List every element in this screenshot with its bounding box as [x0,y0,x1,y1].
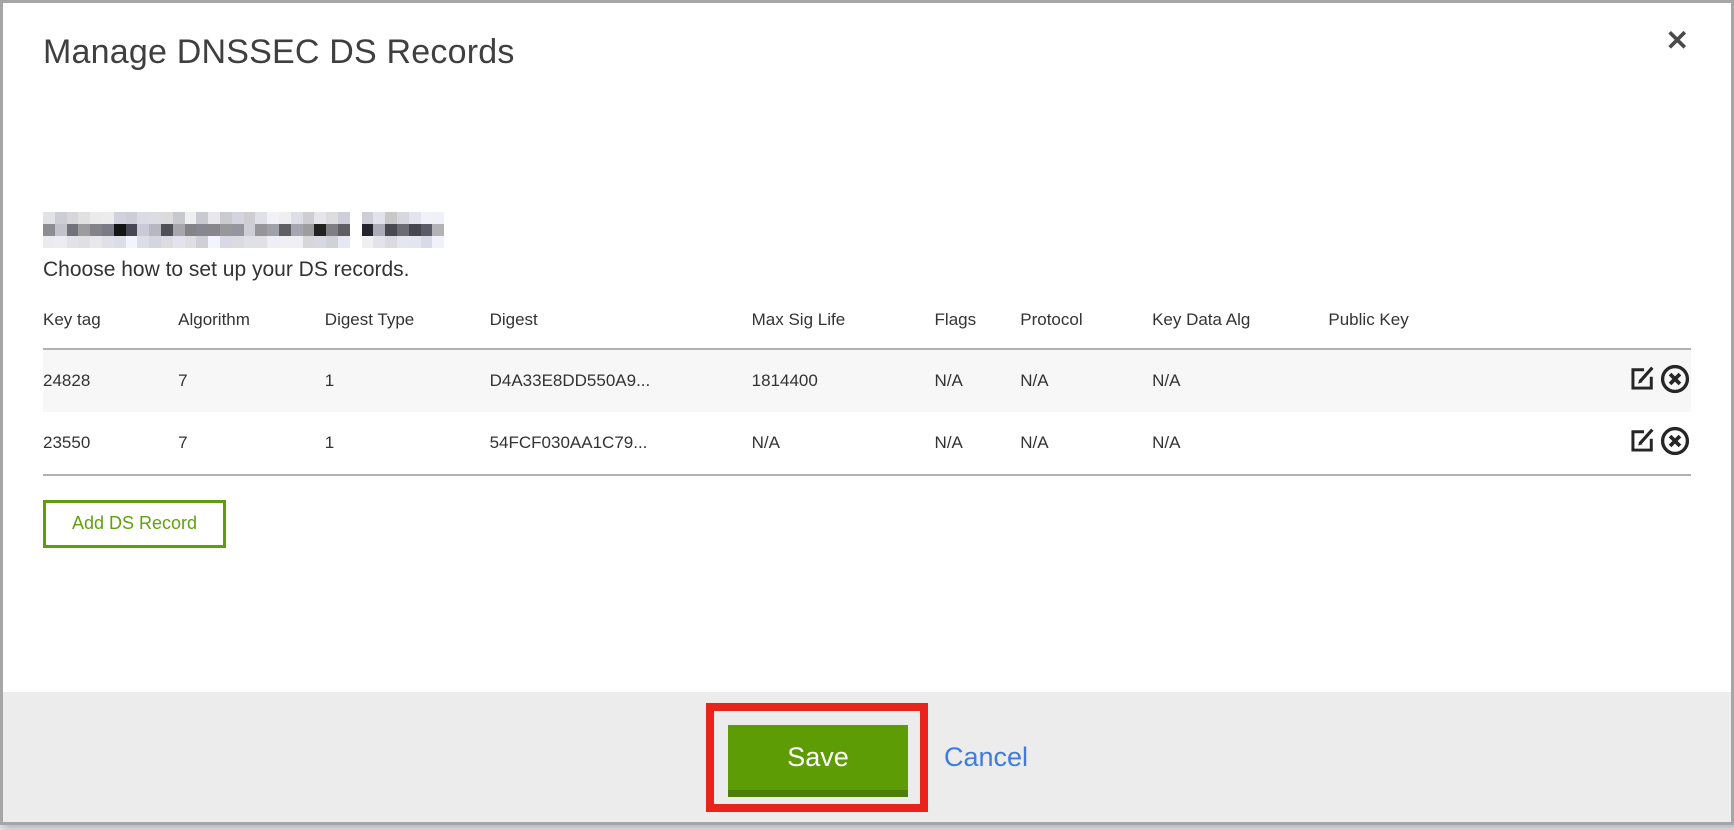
cell-digest-type: 1 [325,412,490,475]
cell-max-sig-life: N/A [752,412,935,475]
col-header-max-sig-life: Max Sig Life [752,298,935,349]
col-header-key-data-alg: Key Data Alg [1152,298,1328,349]
dialog-footer: Save Cancel [3,692,1731,822]
col-header-digest: Digest [490,298,752,349]
page-title: Manage DNSSEC DS Records [43,3,1691,72]
cell-key-data-alg: N/A [1152,412,1328,475]
cell-protocol: N/A [1020,349,1152,412]
annotation-highlight: Save [706,703,928,812]
cell-protocol: N/A [1020,412,1152,475]
dnssec-dialog: Manage DNSSEC DS Records ✕ Choose how to… [0,0,1734,825]
cell-key-tag: 23550 [43,412,178,475]
col-header-key-tag: Key tag [43,298,178,349]
delete-record-icon[interactable] [1659,425,1691,457]
col-header-actions [1543,298,1691,349]
edit-record-icon[interactable] [1627,425,1658,456]
delete-record-icon[interactable] [1659,363,1691,395]
domain-redacted [43,212,445,248]
col-header-protocol: Protocol [1020,298,1152,349]
instruction-text: Choose how to set up your DS records. [43,258,1691,282]
col-header-flags: Flags [935,298,1021,349]
cell-algorithm: 7 [178,349,325,412]
cell-algorithm: 7 [178,412,325,475]
cell-digest: 54FCF030AA1C79... [490,412,752,475]
cell-digest: D4A33E8DD550A9... [490,349,752,412]
cell-max-sig-life: 1814400 [752,349,935,412]
ds-records-table: Key tag Algorithm Digest Type Digest Max… [43,298,1691,476]
cell-digest-type: 1 [325,349,490,412]
cell-flags: N/A [935,412,1021,475]
table-row: 24828 7 1 D4A33E8DD550A9... 1814400 N/A … [43,349,1691,412]
save-button[interactable]: Save [728,725,908,797]
cancel-link[interactable]: Cancel [944,742,1028,773]
col-header-public-key: Public Key [1328,298,1542,349]
table-header-row: Key tag Algorithm Digest Type Digest Max… [43,298,1691,349]
cell-public-key [1328,412,1542,475]
table-row: 23550 7 1 54FCF030AA1C79... N/A N/A N/A … [43,412,1691,475]
cell-public-key [1328,349,1542,412]
col-header-digest-type: Digest Type [325,298,490,349]
add-ds-record-button[interactable]: Add DS Record [43,500,226,548]
close-icon[interactable]: ✕ [1666,27,1689,55]
col-header-algorithm: Algorithm [178,298,325,349]
cell-flags: N/A [935,349,1021,412]
edit-record-icon[interactable] [1627,363,1658,394]
cell-key-data-alg: N/A [1152,349,1328,412]
cell-key-tag: 24828 [43,349,178,412]
